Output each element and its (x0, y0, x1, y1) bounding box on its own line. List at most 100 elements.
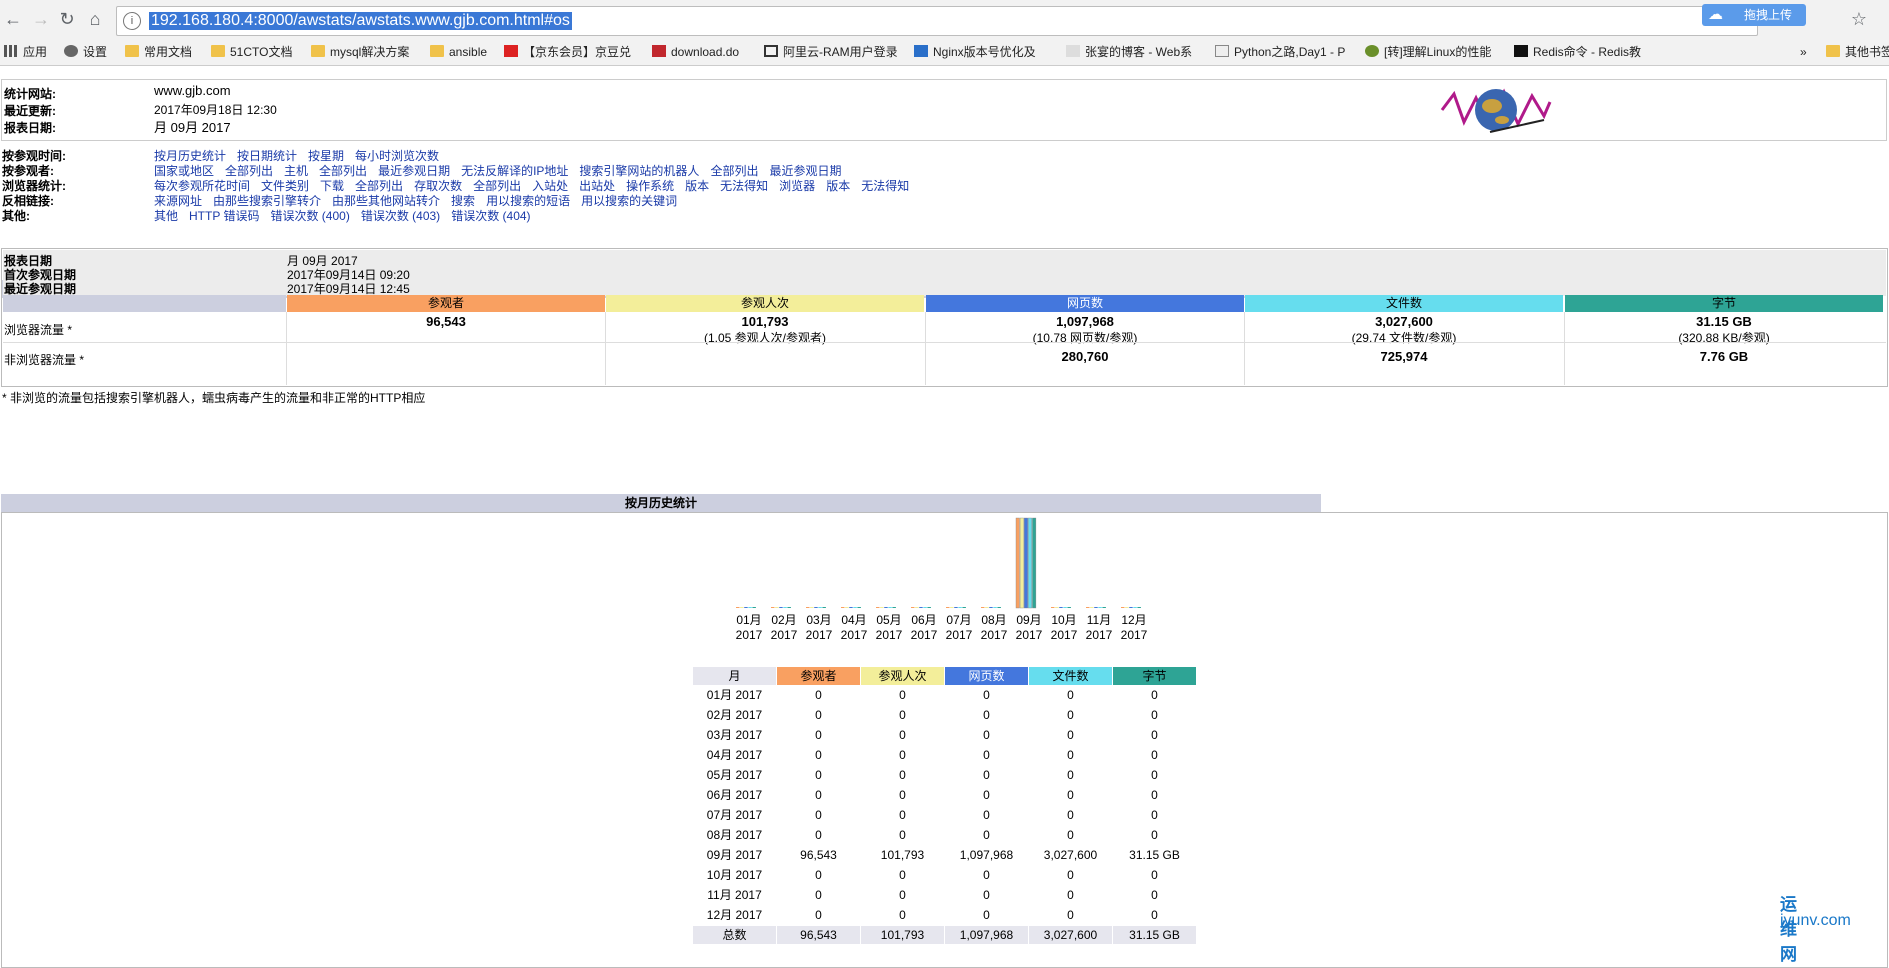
bookmark-zhangyan[interactable]: 张宴的博客 - Web系 (1066, 43, 1192, 61)
monthly-row-value: 0 (899, 748, 906, 762)
chart-tick-label: 11月 (1087, 613, 1111, 627)
chart-tick-label: 06月 (911, 613, 936, 627)
jd-icon (504, 45, 518, 57)
menu-link[interactable]: 搜索引擎网站的机器人 (579, 164, 699, 178)
menu-link[interactable]: 主机 (284, 164, 308, 178)
bookmark-linux[interactable]: [转]理解Linux的性能 (1365, 43, 1491, 61)
menu-link[interactable]: 下载 (320, 179, 344, 193)
chart-bar (954, 607, 958, 608)
menu-link[interactable]: 搜索 (451, 194, 475, 208)
monthly-row-month[interactable]: 09月 2017 (693, 846, 776, 864)
monthly-row-month[interactable]: 01月 2017 (693, 686, 776, 704)
chart-tick-year: 2017 (1016, 628, 1043, 642)
awstats-logo-icon[interactable] (1440, 84, 1552, 136)
monthly-row-month[interactable]: 04月 2017 (693, 746, 776, 764)
bookmark-apps[interactable]: 应用 (4, 43, 47, 61)
menu-link[interactable]: 全部列出 (355, 179, 403, 193)
bookmark-redis[interactable]: Redis命令 - Redis教 (1514, 43, 1641, 61)
back-icon[interactable]: ← (0, 6, 26, 32)
address-bar[interactable]: i 192.168.180.4:8000/awstats/awstats.www… (116, 6, 1758, 36)
menu-link[interactable]: 版本 (685, 179, 709, 193)
monthly-row-month[interactable]: 03月 2017 (693, 726, 776, 744)
chart-bar (1125, 607, 1129, 608)
bookmark-star-icon[interactable]: ☆ (1851, 9, 1867, 30)
monthly-row-month[interactable]: 10月 2017 (693, 866, 776, 884)
upload-button[interactable]: ☁ 拖拽上传 (1702, 4, 1806, 26)
traffic-note: * 非浏览的流量包括搜索引擎机器人，蠕虫病毒产生的流量和非正常的HTTP相应 (2, 391, 426, 405)
bookmarks-more-icon[interactable]: » (1800, 43, 1807, 61)
menu-link[interactable]: 全部列出 (710, 164, 758, 178)
page-content: 统计网站: www.gjb.com 最近更新: 2017年09月18日 12:3… (0, 66, 1889, 968)
menu-link[interactable]: 由那些搜索引擎转介 (213, 194, 321, 208)
menu-link[interactable]: 无法得知 (720, 179, 768, 193)
monthly-row-month[interactable]: 08月 2017 (693, 826, 776, 844)
monthly-col-header: 文件数 (1029, 667, 1112, 685)
chart-tick-year: 2017 (981, 628, 1008, 642)
monthly-row-value: 0 (815, 908, 822, 922)
menu-link[interactable]: 用以搜索的短语 (486, 194, 570, 208)
monthly-col-header: 参观人次 (861, 667, 944, 685)
menu-link[interactable]: 存取次数 (414, 179, 462, 193)
bookmark-nginx[interactable]: Nginx版本号优化及 (914, 43, 1036, 61)
monthly-row-value: 0 (815, 828, 822, 842)
chart-bar (771, 607, 775, 608)
folder-icon (430, 45, 444, 57)
monthly-row-value: 0 (1067, 728, 1074, 742)
bookmark-download[interactable]: download.do (652, 43, 739, 61)
bookmark-mysql[interactable]: mysql解决方案 (311, 43, 409, 61)
monthly-row-month[interactable]: 02月 2017 (693, 706, 776, 724)
menu-link[interactable]: 每次参观所花时间 (154, 179, 250, 193)
bookmark-51cto[interactable]: 51CTO文档 (211, 43, 292, 61)
menu-link[interactable]: 最近参观日期 (378, 164, 450, 178)
bookmark-python[interactable]: Python之路,Day1 - P (1215, 43, 1345, 61)
menu-link[interactable]: 由那些其他网站转介 (332, 194, 440, 208)
menu-link[interactable]: 全部列出 (473, 179, 521, 193)
menu-link[interactable]: 错误次数 (400) (270, 209, 349, 223)
menu-link[interactable]: 最近参观日期 (769, 164, 841, 178)
menu-link[interactable]: 用以搜索的关键词 (581, 194, 677, 208)
monthly-row-month[interactable]: 12月 2017 (693, 906, 776, 924)
monthly-row-value: 0 (815, 868, 822, 882)
monthly-row-value: 0 (1067, 828, 1074, 842)
menu-link[interactable]: 出站处 (579, 179, 615, 193)
monthly-row-month[interactable]: 06月 2017 (693, 786, 776, 804)
monthly-row-month[interactable]: 05月 2017 (693, 766, 776, 784)
menu-link[interactable]: HTTP 错误码 (189, 209, 259, 223)
bookmark-aliyun[interactable]: 阿里云-RAM用户登录 (764, 43, 898, 61)
menu-link[interactable]: 入站处 (532, 179, 568, 193)
menu-link[interactable]: 来源网址 (154, 194, 202, 208)
bookmark-settings[interactable]: 设置 (64, 43, 107, 61)
monthly-row-month[interactable]: 11月 2017 (693, 886, 776, 904)
bookmark-jd[interactable]: 【京东会员】京豆兑 (504, 43, 631, 61)
forward-icon[interactable]: → (28, 6, 54, 32)
menu-link[interactable]: 错误次数 (404) (451, 209, 530, 223)
home-icon[interactable]: ⌂ (82, 6, 108, 32)
chart-bar (919, 607, 923, 608)
monthly-col-header: 月 (693, 667, 776, 685)
bookmark-ansible[interactable]: ansible (430, 43, 487, 61)
bookmark-docs[interactable]: 常用文档 (125, 43, 192, 61)
monthly-row-month[interactable]: 07月 2017 (693, 806, 776, 824)
menu-link[interactable]: 全部列出 (319, 164, 367, 178)
menu-link[interactable]: 浏览器 (779, 179, 815, 193)
chart-bar (857, 607, 861, 608)
menu-link[interactable]: 按日期统计 (237, 149, 297, 163)
info-icon[interactable]: i (123, 12, 141, 30)
menu-link[interactable]: 其他 (154, 209, 178, 223)
menu-link[interactable]: 国家或地区 (154, 164, 214, 178)
chart-bar (736, 607, 740, 608)
url-text[interactable]: 192.168.180.4:8000/awstats/awstats.www.g… (149, 12, 572, 30)
menu-link[interactable]: 按星期 (308, 149, 344, 163)
reload-icon[interactable]: ↻ (54, 6, 80, 32)
menu-link[interactable]: 无法反解译的IP地址 (461, 164, 568, 178)
menu-link[interactable]: 无法得知 (861, 179, 909, 193)
menu-link[interactable]: 操作系统 (626, 179, 674, 193)
menu-link[interactable]: 每小时浏览次数 (355, 149, 439, 163)
monthly-row-value: 0 (1067, 868, 1074, 882)
menu-link[interactable]: 版本 (826, 179, 850, 193)
menu-link[interactable]: 文件类别 (261, 179, 309, 193)
menu-link[interactable]: 错误次数 (403) (361, 209, 440, 223)
menu-link[interactable]: 按月历史统计 (154, 149, 226, 163)
bookmark-other[interactable]: 其他书签 (1826, 43, 1889, 61)
menu-link[interactable]: 全部列出 (225, 164, 273, 178)
